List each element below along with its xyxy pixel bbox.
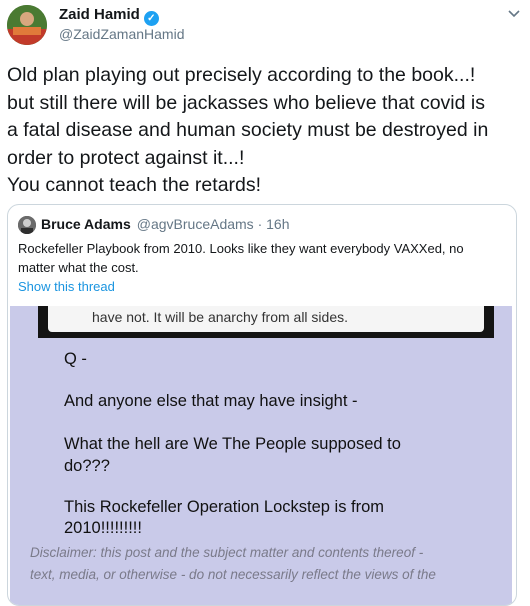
- tweet-line: You cannot teach the retards!: [7, 174, 262, 196]
- verified-badge-icon: ✓: [143, 11, 159, 26]
- image-strip-text: have not. It will be anarchy from all si…: [48, 306, 484, 332]
- image-text-line: 2010!!!!!!!!!: [64, 519, 142, 537]
- tweet-line: a fatal disease and human society must b…: [7, 119, 489, 141]
- quoted-image[interactable]: have not. It will be anarchy from all si…: [10, 306, 512, 605]
- tweet-line: but still there will be jackasses who be…: [7, 91, 485, 114]
- image-top-strip: have not. It will be anarchy from all si…: [38, 306, 494, 338]
- disclaimer-line: Disclaimer: this post and the subject ma…: [30, 545, 424, 560]
- author-name[interactable]: Zaid Hamid ✓: [59, 6, 159, 26]
- chevron-down-icon[interactable]: [508, 6, 520, 21]
- show-thread-link[interactable]: Show this thread: [18, 279, 115, 294]
- image-text-line: Q -: [64, 350, 87, 368]
- quoted-author-name: Bruce Adams: [41, 216, 131, 232]
- disclaimer-line: text, media, or otherwise - do not neces…: [30, 567, 436, 582]
- image-text-line: And anyone else that may have insight -: [64, 392, 358, 410]
- quoted-line: matter what the cost.: [18, 260, 139, 275]
- author-avatar[interactable]: [7, 5, 47, 45]
- tweet-text: Old plan playing out precisely according…: [7, 62, 523, 200]
- image-text-line: do???: [64, 457, 110, 475]
- image-text-line: What the hell are We The People supposed…: [64, 435, 401, 453]
- quoted-tweet-text: Rockefeller Playbook from 2010. Looks li…: [18, 239, 498, 277]
- quoted-author-handle: @agvBruceAdams · 16h: [136, 216, 290, 232]
- author-handle[interactable]: @ZaidZamanHamid: [59, 26, 184, 42]
- image-text-line: This Rockefeller Operation Lockstep is f…: [64, 498, 385, 516]
- tweet-line: Old plan playing out precisely according…: [7, 64, 476, 86]
- quoted-author: Bruce Adams @agvBruceAdams · 16h: [41, 216, 289, 232]
- tweet-line: order to protect against it...!: [7, 146, 245, 169]
- quoted-tweet[interactable]: Bruce Adams @agvBruceAdams · 16h Rockefel…: [7, 204, 517, 606]
- image-disclaimer: Disclaimer: this post and the subject ma…: [30, 542, 500, 586]
- quoted-author-avatar: [18, 216, 36, 234]
- quoted-line: Rockefeller Playbook from 2010. Looks li…: [18, 241, 464, 256]
- author-name-text[interactable]: Zaid Hamid: [59, 6, 140, 23]
